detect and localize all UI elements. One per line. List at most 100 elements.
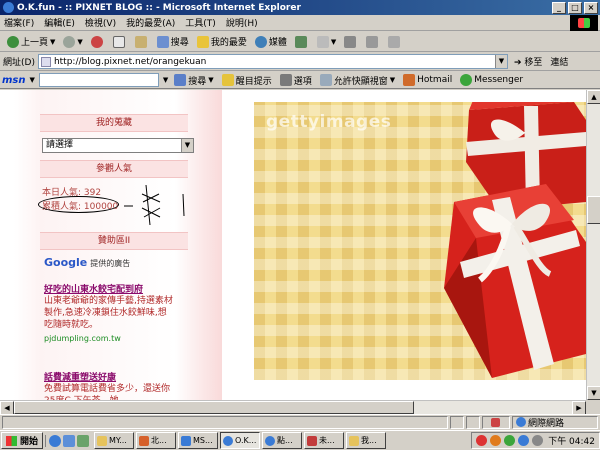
forward-arrow-icon (63, 35, 76, 48)
ad-title-phone[interactable]: 話費減重塑送好康 (44, 370, 116, 383)
star-icon (196, 35, 209, 48)
media-icon (254, 35, 267, 48)
antivirus-tray-icon[interactable] (476, 435, 488, 446)
start-label: 開始 (20, 437, 39, 447)
status-text-area (2, 415, 448, 429)
scroll-down-icon[interactable]: ▼ (587, 386, 600, 400)
media-button[interactable]: 媒體 (252, 33, 290, 51)
go-button[interactable]: ➔ 移至 (514, 55, 542, 68)
messenger-tray-icon[interactable] (504, 435, 516, 446)
task-ms[interactable]: MS... (178, 432, 219, 449)
window-title: O.K.fun - :: PIXNET BLOG :: - Microsoft … (17, 2, 301, 13)
refresh-button[interactable] (110, 33, 130, 51)
hotmail-button[interactable]: Hotmail (401, 74, 454, 86)
ad-title-dumpling[interactable]: 好吃的山東水餃宅配到府 (44, 282, 143, 295)
ie-icon (3, 2, 14, 13)
search-button[interactable]: 搜尋 (154, 33, 192, 51)
status-progress-area (466, 415, 480, 429)
menu-favorites[interactable]: 我的最愛(A) (126, 16, 175, 29)
vertical-scroll-thumb[interactable] (587, 196, 600, 224)
task-north[interactable]: 北... (136, 432, 177, 449)
quick-launch (45, 434, 92, 447)
links-button[interactable]: 連結 (550, 55, 568, 68)
menu-view[interactable]: 檢視(V) (85, 16, 116, 29)
messenger-button[interactable]: Messenger (458, 74, 525, 86)
forward-dropdown-icon[interactable]: ▼ (77, 38, 82, 46)
horizontal-scroll-thumb[interactable] (14, 401, 414, 414)
tray-icon-2[interactable] (490, 435, 502, 446)
msn-search-button[interactable]: 搜尋 ▼ (172, 74, 215, 87)
back-button[interactable]: 上一頁 ▼ (4, 33, 58, 51)
stop-button[interactable] (88, 33, 108, 51)
ad-body-phone[interactable]: 免費試算電話費省多少，還送你25度C 下午茶，她 (44, 383, 174, 400)
task-label: 未... (319, 436, 335, 445)
messenger-icon (460, 74, 473, 86)
title-bar[interactable]: O.K.fun - :: PIXNET BLOG :: - Microsoft … (0, 0, 600, 15)
start-button[interactable]: 開始 (1, 432, 44, 449)
vertical-scrollbar[interactable]: ▲ ▼ (586, 90, 600, 400)
back-label: 上一頁 (21, 38, 49, 48)
minimize-button[interactable]: _ (552, 1, 566, 14)
ie-quicklaunch-icon[interactable] (49, 434, 62, 447)
forward-button[interactable]: ▼ (60, 33, 85, 51)
volume-tray-icon[interactable] (532, 435, 544, 446)
address-input[interactable]: http://blog.pixnet.net/orangekuan ▼ (37, 54, 508, 69)
msn-dropdown-icon[interactable]: ▼ (30, 76, 35, 84)
discuss-button[interactable] (385, 33, 405, 51)
scroll-right-icon[interactable]: ▶ (572, 401, 586, 415)
blog-sidebar: 我的蒐藏 請選擇 ▼ 參觀人氣 本日人氣: 392 累積人氣: 100000 贊… (0, 90, 222, 400)
folder-icon (97, 435, 108, 446)
ad-url-dumpling[interactable]: pjdumpling.com.tw (44, 334, 121, 343)
desktop-quicklaunch-icon[interactable] (77, 434, 90, 447)
favorites-button[interactable]: 我的最愛 (194, 33, 250, 51)
msn-search-label: 搜尋 (188, 76, 207, 87)
maximize-button[interactable]: □ (568, 1, 582, 14)
menu-file[interactable]: 檔案(F) (4, 16, 34, 29)
ad-body-dumpling[interactable]: 山東老爺爺的家傳手藝,持選素材製作,急速冷凍鎖住水餃鮮味,想吃隨時就吃。 (44, 295, 174, 331)
history-icon (294, 35, 307, 48)
mail-button[interactable]: ▼ (314, 33, 339, 51)
search-icon (174, 74, 187, 86)
address-dropdown-icon[interactable]: ▼ (494, 55, 507, 68)
options-icon (279, 74, 292, 86)
google-caption: 提供的廣告 (90, 259, 131, 268)
menu-help[interactable]: 說明(H) (226, 16, 258, 29)
gift-boxes-illustration (444, 102, 586, 378)
windows-logo-icon (570, 15, 598, 31)
history-button[interactable] (292, 33, 312, 51)
app-icon (139, 435, 150, 446)
task-click[interactable]: 點... (262, 432, 303, 449)
internet-globe-icon (516, 417, 526, 427)
popup-blocked-area[interactable] (482, 415, 510, 429)
highlight-label: 醒目提示 (235, 76, 272, 87)
go-label: 移至 (524, 58, 543, 68)
task-my[interactable]: 我... (346, 432, 387, 449)
home-button[interactable] (132, 33, 152, 51)
close-button[interactable]: × (584, 1, 598, 14)
ie-icon (265, 435, 276, 446)
address-label: 網址(D) (3, 58, 35, 68)
msn-search-dropdown-icon[interactable]: ▼ (163, 76, 168, 84)
task-okfun-active[interactable]: O.K... (220, 432, 261, 449)
msn-logo[interactable]: msn (2, 75, 26, 86)
clock[interactable]: 下午 04:42 (548, 434, 595, 447)
horizontal-scrollbar[interactable]: ◀ ▶ (0, 400, 586, 415)
scroll-left-icon[interactable]: ◀ (0, 401, 14, 415)
task-label: MY... (109, 436, 127, 445)
print-button[interactable] (341, 33, 361, 51)
menu-edit[interactable]: 編輯(E) (44, 16, 75, 29)
network-tray-icon[interactable] (518, 435, 530, 446)
outlook-quicklaunch-icon[interactable] (63, 434, 76, 447)
windows-flag-icon (6, 435, 17, 446)
popup-icon (319, 74, 332, 86)
edit-button[interactable] (363, 33, 383, 51)
highlight-button[interactable]: 醒目提示 (220, 74, 274, 87)
back-dropdown-icon[interactable]: ▼ (50, 38, 55, 46)
popup-blocker-button[interactable]: 允許快顯視窗 ▼ (318, 74, 397, 87)
scroll-up-icon[interactable]: ▲ (587, 90, 600, 104)
msn-search-input[interactable] (38, 73, 159, 87)
options-button[interactable]: 選項 (278, 74, 314, 87)
menu-tools[interactable]: 工具(T) (185, 16, 216, 29)
task-untitled[interactable]: 未... (304, 432, 345, 449)
task-my-computer[interactable]: MY... (94, 432, 135, 449)
